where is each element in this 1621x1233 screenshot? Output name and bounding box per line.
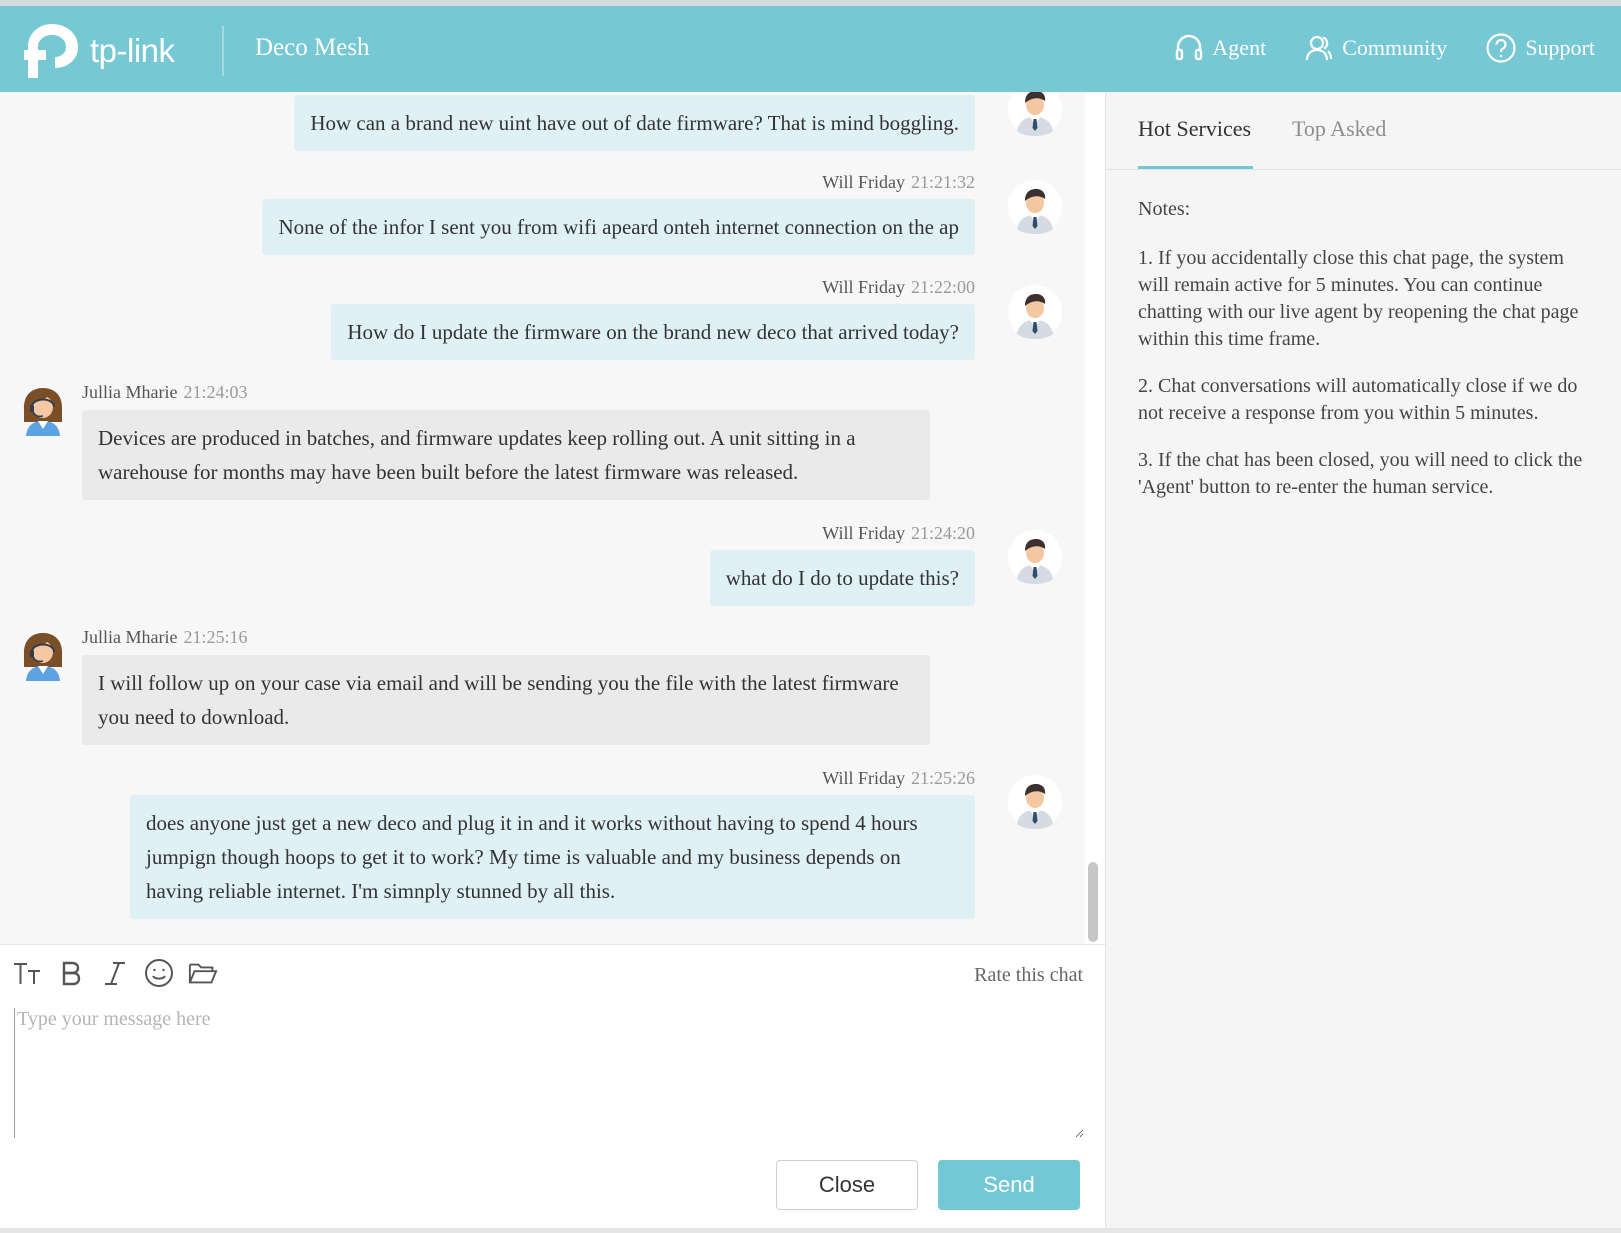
note-item: 1. If you accidentally close this chat p… <box>1138 247 1579 350</box>
nav-agent-label: Agent <box>1212 35 1267 60</box>
italic-button[interactable] <box>100 958 130 988</box>
note-item: 2. Chat conversations will automatically… <box>1138 375 1578 424</box>
nav-agent[interactable]: Agent <box>1174 33 1266 63</box>
rate-chat-link[interactable]: Rate this chat <box>974 964 1083 987</box>
message-author: Will Friday <box>822 523 905 543</box>
notes-section: Notes: 1. If you accidentally close this… <box>1138 196 1593 521</box>
tab-top-asked[interactable]: Top Asked <box>1292 116 1386 142</box>
header-nav: Agent Community Support <box>1174 32 1595 64</box>
format-toolbar <box>12 958 218 988</box>
user-avatar-icon <box>1008 285 1062 339</box>
message-author: Jullia Mharie <box>82 382 178 402</box>
app-header: tp-link Deco Mesh Agent Community Suppor… <box>0 6 1621 92</box>
tp-link-logo[interactable]: tp-link <box>24 22 175 80</box>
folder-icon <box>188 963 218 984</box>
message-time: 21:24:03 <box>183 382 248 402</box>
message-bubble-user: what do I do to update this? <box>709 550 975 606</box>
nav-support-label: Support <box>1525 35 1595 60</box>
message-meta: Jullia Mharie 21:24:03 <box>82 382 248 403</box>
product-title: Deco Mesh <box>255 34 370 61</box>
active-tab-indicator <box>1138 166 1253 169</box>
headset-icon <box>1176 34 1203 61</box>
chat-panel: How can a brand new uint have out of dat… <box>0 92 1105 1233</box>
message-author: Will Friday <box>822 768 905 788</box>
message-time: 21:24:20 <box>910 523 975 543</box>
user-avatar-icon <box>1008 775 1062 829</box>
message-time: 21:21:32 <box>910 172 975 192</box>
note-item: 3. If the chat has been closed, you will… <box>1138 449 1583 498</box>
message-author: Jullia Mharie <box>82 627 178 647</box>
message-meta: Will Friday 21:24:20 <box>822 523 975 544</box>
message-input[interactable] <box>14 1008 1084 1138</box>
emoji-icon <box>145 959 173 987</box>
bold-button[interactable] <box>56 958 86 988</box>
text-size-icon <box>14 963 40 984</box>
emoji-button[interactable] <box>144 958 174 988</box>
chat-scrollbar[interactable] <box>1088 862 1098 942</box>
divider <box>0 944 1105 945</box>
agent-avatar-icon <box>16 382 70 436</box>
nav-support[interactable]: Support <box>1485 32 1595 64</box>
user-avatar-icon <box>1008 92 1062 136</box>
users-icon <box>1306 35 1333 61</box>
message-bubble-agent: I will follow up on your case via email … <box>82 655 930 745</box>
message-bubble-user: None of the infor I sent you from wifi a… <box>262 199 975 255</box>
message-meta: Will Friday 21:21:32 <box>822 172 975 193</box>
notes-title: Notes: <box>1138 198 1191 220</box>
close-button[interactable]: Close <box>776 1160 918 1210</box>
nav-community-label: Community <box>1342 35 1448 60</box>
message-time: 21:25:26 <box>910 768 975 788</box>
message-time: 21:22:00 <box>910 277 975 297</box>
attach-file-button[interactable] <box>188 958 218 988</box>
message-bubble-user: How can a brand new uint have out of dat… <box>294 95 975 151</box>
message-meta: Will Friday 21:22:00 <box>822 277 975 298</box>
italic-icon <box>105 962 125 985</box>
message-author: Will Friday <box>822 277 905 297</box>
message-list[interactable]: How can a brand new uint have out of dat… <box>0 92 1085 944</box>
send-button[interactable]: Send <box>938 1160 1080 1210</box>
tab-hot-services[interactable]: Hot Services <box>1138 116 1251 142</box>
message-meta: Jullia Mharie 21:25:16 <box>82 627 248 648</box>
bottom-strip <box>0 1228 1621 1233</box>
message-bubble-user: does anyone just get a new deco and plug… <box>130 795 975 919</box>
message-time: 21:25:16 <box>183 627 248 647</box>
info-sidebar: Hot Services Top Asked Notes: 1. If you … <box>1106 92 1621 1233</box>
message-author: Will Friday <box>822 172 905 192</box>
message-bubble-user: How do I update the firmware on the bran… <box>331 304 975 360</box>
user-avatar-icon <box>1008 180 1062 234</box>
sidebar-tabs: Hot Services Top Asked <box>1106 92 1621 170</box>
tp-link-logo-icon <box>24 24 78 78</box>
bold-icon <box>62 961 81 986</box>
nav-community[interactable]: Community <box>1304 33 1447 63</box>
logo-text: tp-link <box>90 32 175 69</box>
message-meta: Will Friday 21:25:26 <box>822 768 975 789</box>
user-avatar-icon <box>1008 530 1062 584</box>
question-circle-icon <box>1486 33 1516 63</box>
agent-avatar-icon <box>16 627 70 681</box>
text-size-button[interactable] <box>12 958 42 988</box>
header-divider <box>222 26 224 76</box>
message-bubble-agent: Devices are produced in batches, and fir… <box>82 410 930 500</box>
